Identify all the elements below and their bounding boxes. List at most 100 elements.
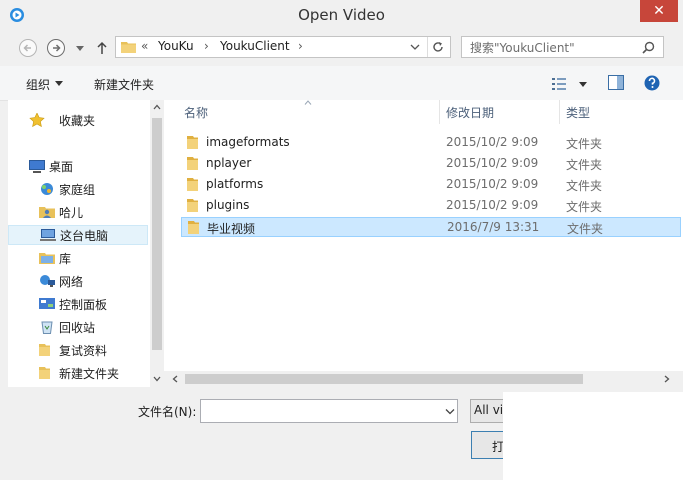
- chevron-right-icon[interactable]: [664, 375, 670, 383]
- nav-item-label: 桌面: [49, 159, 74, 174]
- organize-button[interactable]: 组织: [26, 76, 50, 93]
- star-icon: [29, 113, 45, 127]
- preview-pane-icon[interactable]: [608, 75, 624, 90]
- refresh-button[interactable]: [427, 37, 448, 57]
- file-name: nplayer: [206, 156, 252, 170]
- nav-item-user[interactable]: 哈儿: [8, 202, 148, 222]
- nav-item-homegroup[interactable]: 家庭组: [8, 179, 148, 199]
- chevron-down-icon: [410, 44, 420, 50]
- control-panel-icon: [39, 298, 55, 309]
- nav-item-label: 哈儿: [59, 205, 84, 220]
- change-view-button[interactable]: [552, 76, 588, 92]
- nav-scrollbar[interactable]: [150, 100, 164, 387]
- nav-item-recycle-bin[interactable]: 回收站: [8, 317, 148, 337]
- navigation-pane: 收藏夹 桌面 家庭组 哈儿 这台电脑 库 网络 控制面板 回收站 复试资料 新建…: [8, 100, 150, 387]
- address-bar[interactable]: « YouKu › YoukuClient ›: [115, 36, 451, 58]
- chevron-down-icon[interactable]: [445, 408, 455, 415]
- nav-item-label: 家庭组: [59, 182, 96, 197]
- chevron-down-icon[interactable]: [153, 376, 161, 382]
- file-row-imageformats[interactable]: imageformats 2015/10/2 9:09 文件夹: [181, 133, 681, 153]
- network-icon: [40, 275, 55, 287]
- folder-icon: [188, 221, 199, 234]
- filename-label: 文件名(N):: [138, 405, 197, 419]
- folder-icon: [187, 199, 198, 212]
- file-type: 文件夹: [566, 179, 603, 193]
- nav-item-label: 收藏夹: [59, 113, 96, 128]
- nav-item-label: 库: [59, 251, 72, 266]
- forward-button[interactable]: [46, 38, 66, 58]
- up-button[interactable]: [94, 39, 110, 57]
- nav-scroll-thumb[interactable]: [152, 118, 162, 350]
- recycle-bin-icon: [41, 321, 53, 334]
- nav-item-network[interactable]: 网络: [8, 271, 148, 291]
- file-row-nplayer[interactable]: nplayer 2015/10/2 9:09 文件夹: [181, 154, 681, 174]
- computer-icon: [40, 229, 56, 241]
- nav-item-desktop[interactable]: 桌面: [8, 156, 148, 176]
- file-date: 2015/10/2 9:09: [446, 135, 539, 149]
- nav-item-libraries[interactable]: 库: [8, 248, 148, 268]
- sort-ascending-icon: [304, 100, 312, 105]
- filename-combobox[interactable]: [200, 399, 458, 423]
- close-icon: ✕: [653, 3, 665, 19]
- file-list-scrollbar[interactable]: [164, 371, 683, 387]
- nav-item-favorites[interactable]: 收藏夹: [8, 110, 148, 130]
- file-list-scroll-thumb[interactable]: [185, 374, 583, 384]
- chevron-left-icon[interactable]: [172, 375, 178, 383]
- file-type: 文件夹: [566, 137, 603, 151]
- close-button[interactable]: ✕: [640, 0, 678, 22]
- chevron-up-icon[interactable]: [153, 104, 161, 110]
- nav-item-label: 网络: [59, 274, 84, 289]
- folder-icon: [39, 344, 50, 356]
- file-name: 毕业视频: [207, 222, 256, 236]
- address-dropdown-button[interactable]: [407, 37, 423, 57]
- library-icon: [39, 253, 55, 264]
- breadcrumb-overflow[interactable]: «: [141, 39, 148, 53]
- breadcrumb-youkuclient[interactable]: YoukuClient: [220, 39, 290, 53]
- file-row-platforms[interactable]: platforms 2015/10/2 9:09 文件夹: [181, 175, 681, 195]
- folder-icon: [121, 42, 136, 53]
- help-icon[interactable]: [644, 75, 660, 91]
- user-folder-icon: [39, 207, 55, 218]
- file-name: imageformats: [206, 135, 290, 149]
- title-bar: Open Video ✕: [0, 0, 683, 31]
- nav-item-folder[interactable]: 复试资料: [8, 340, 148, 360]
- column-header-name[interactable]: 名称: [184, 104, 208, 121]
- desktop-icon: [29, 160, 45, 173]
- window-title: Open Video: [298, 6, 385, 24]
- new-folder-button[interactable]: 新建文件夹: [94, 76, 154, 93]
- file-list: 名称 修改日期 类型 imageformats 2015/10/2 9:09 文…: [164, 100, 683, 371]
- file-date: 2015/10/2 9:09: [446, 156, 539, 170]
- chevron-down-icon: [55, 81, 63, 86]
- back-arrow-icon: [19, 39, 37, 57]
- open-video-dialog: Open Video ✕ « YouKu › YoukuClient › 搜索"…: [0, 0, 683, 480]
- column-divider[interactable]: [559, 100, 560, 124]
- search-input[interactable]: 搜索"YoukuClient": [470, 39, 575, 56]
- refresh-icon: [433, 42, 443, 52]
- folder-icon: [39, 367, 50, 379]
- column-header-type[interactable]: 类型: [566, 104, 590, 121]
- details-view-icon: [552, 78, 566, 90]
- search-box[interactable]: 搜索"YoukuClient": [461, 36, 664, 58]
- nav-item-this-pc[interactable]: 这台电脑: [8, 225, 148, 245]
- command-bar: 组织 新建文件夹: [0, 66, 683, 101]
- nav-item-folder[interactable]: 新建文件夹: [8, 363, 148, 383]
- file-type-value: All vi: [474, 403, 504, 417]
- nav-item-label: 控制面板: [59, 297, 108, 312]
- breadcrumb-youku[interactable]: YouKu: [158, 39, 194, 53]
- nav-item-control-panel[interactable]: 控制面板: [8, 294, 148, 314]
- breadcrumb-separator: ›: [204, 39, 209, 53]
- recent-locations-button[interactable]: [74, 42, 86, 54]
- up-arrow-icon: [97, 41, 107, 54]
- chevron-down-icon: [76, 45, 84, 51]
- back-button[interactable]: [18, 38, 38, 58]
- chevron-down-icon: [579, 82, 587, 87]
- column-divider[interactable]: [439, 100, 440, 124]
- file-row-selected[interactable]: 毕业视频 2016/7/9 13:31 文件夹: [181, 217, 681, 237]
- column-header-date[interactable]: 修改日期: [446, 104, 494, 121]
- search-icon[interactable]: [642, 41, 655, 54]
- folder-icon: [187, 136, 198, 149]
- folder-icon: [187, 157, 198, 170]
- file-type: 文件夹: [566, 200, 603, 214]
- file-row-plugins[interactable]: plugins 2015/10/2 9:09 文件夹: [181, 196, 681, 216]
- open-button[interactable]: 打: [471, 431, 507, 459]
